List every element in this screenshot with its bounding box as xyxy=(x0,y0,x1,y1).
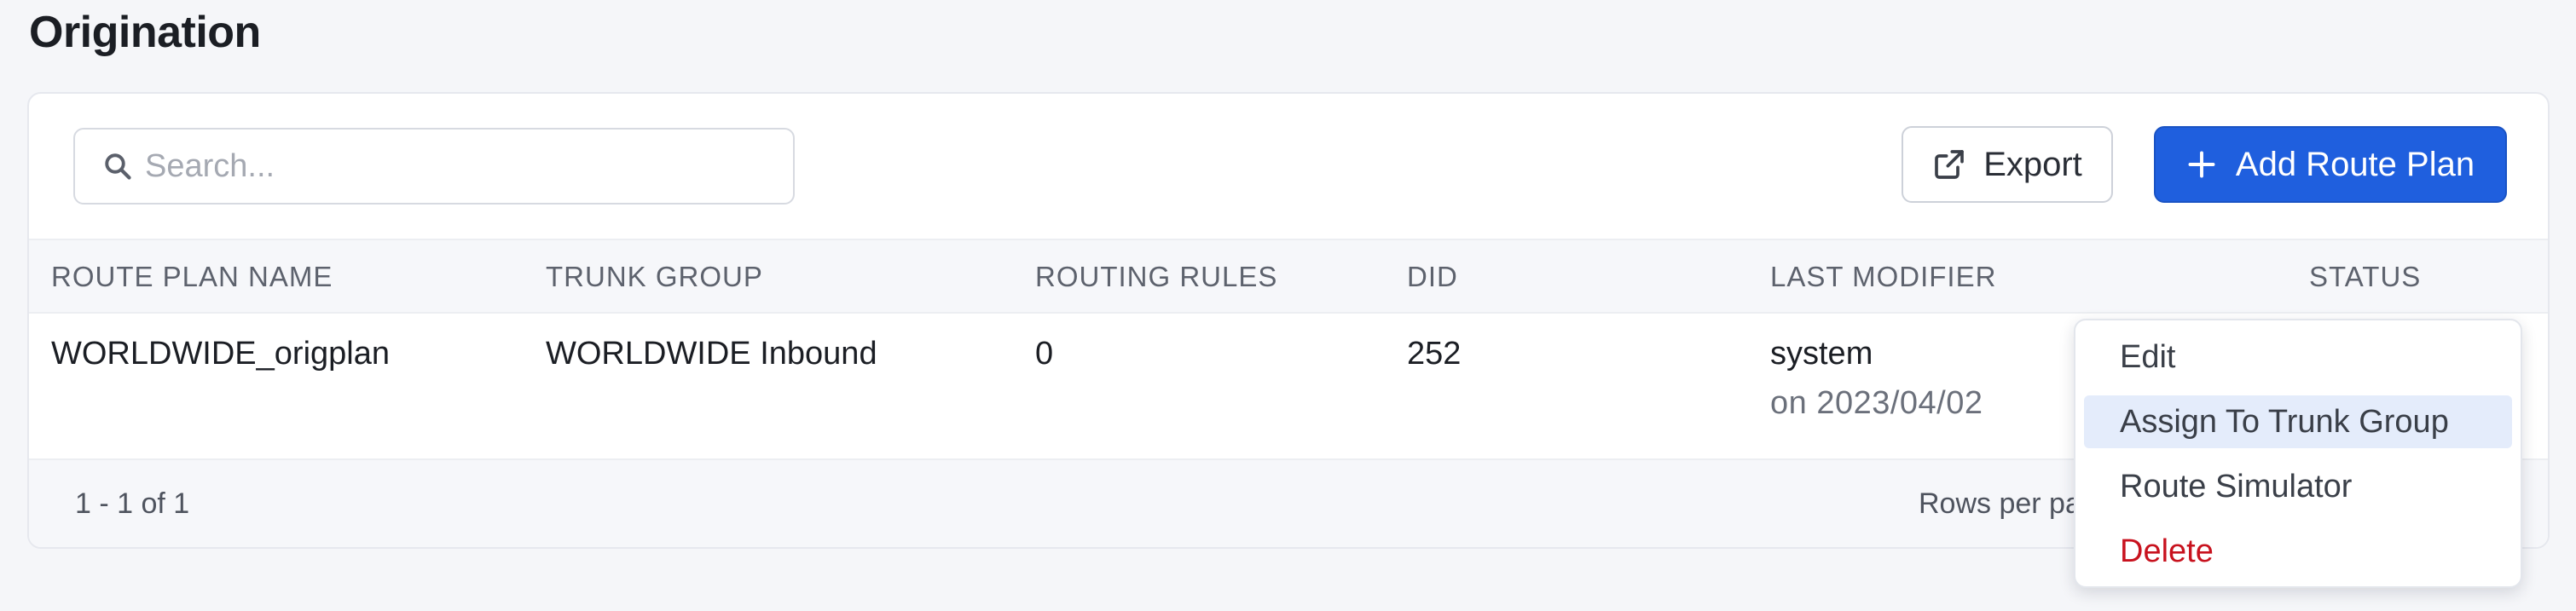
export-button[interactable]: Export xyxy=(1902,126,2113,203)
table-header: ROUTE PLAN NAME TRUNK GROUP ROUTING RULE… xyxy=(29,239,2548,314)
plus-icon xyxy=(2188,151,2215,178)
rows-per-page-label: Rows per pa xyxy=(1919,487,2081,520)
column-last-modifier[interactable]: LAST MODIFIER xyxy=(1770,261,1996,293)
column-status[interactable]: STATUS xyxy=(2309,261,2421,293)
add-route-plan-button[interactable]: Add Route Plan xyxy=(2154,126,2507,203)
menu-item-route-simulator[interactable]: Route Simulator xyxy=(2084,460,2512,513)
search-input[interactable] xyxy=(143,147,744,186)
add-route-plan-label: Add Route Plan xyxy=(2235,145,2475,183)
cell-did: 252 xyxy=(1407,336,1462,372)
export-label: Export xyxy=(1983,145,2082,183)
column-did[interactable]: DID xyxy=(1407,261,1458,293)
column-route-plan-name[interactable]: ROUTE PLAN NAME xyxy=(51,261,333,293)
cell-trunk-group: WORLDWIDE Inbound xyxy=(546,336,877,372)
search-box[interactable] xyxy=(73,128,795,205)
page-title: Origination xyxy=(29,8,261,57)
cell-route-plan-name: WORLDWIDE_origplan xyxy=(51,336,390,372)
cell-modified-date: on 2023/04/02 xyxy=(1770,385,1983,421)
external-link-icon xyxy=(1935,150,1965,179)
menu-item-edit[interactable]: Edit xyxy=(2084,331,2512,383)
row-actions-menu: Edit Assign To Trunk Group Route Simulat… xyxy=(2074,319,2522,588)
menu-item-assign-to-trunk-group[interactable]: Assign To Trunk Group xyxy=(2084,395,2512,448)
menu-item-delete[interactable]: Delete xyxy=(2084,525,2512,578)
pagination-range: 1 - 1 of 1 xyxy=(75,487,190,520)
column-routing-rules[interactable]: ROUTING RULES xyxy=(1035,261,1277,293)
cell-routing-rules: 0 xyxy=(1035,336,1054,372)
cell-last-modifier: system xyxy=(1770,336,1873,372)
column-trunk-group[interactable]: TRUNK GROUP xyxy=(546,261,763,293)
search-icon xyxy=(105,153,131,180)
